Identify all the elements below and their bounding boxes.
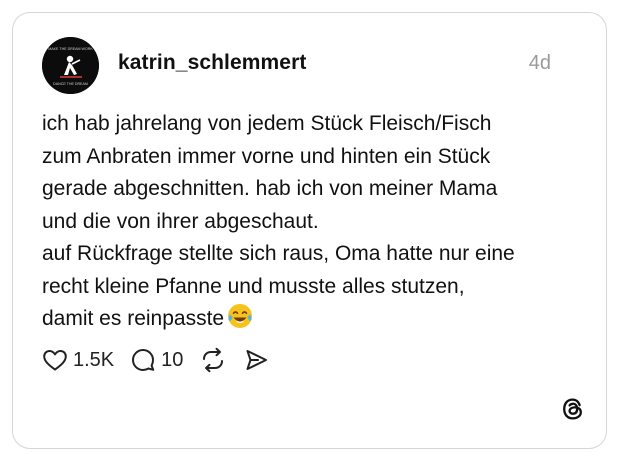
- face-with-tears-of-joy-icon: [227, 303, 253, 340]
- post-timestamp[interactable]: 4d: [529, 52, 551, 75]
- post-text-line: gerade abgeschnitten. hab ich von meiner…: [42, 177, 498, 200]
- post-text-line: damit es reinpasste: [42, 307, 225, 330]
- comment-icon: [132, 349, 155, 371]
- reply-button[interactable]: 10: [130, 347, 183, 373]
- repost-button[interactable]: [199, 347, 227, 373]
- post-text: ich hab jahrelang von jedem Stück Fleisc…: [42, 108, 582, 340]
- post-text-line: recht kleine Pfanne und musste alles stu…: [42, 274, 465, 298]
- post-actions: 1.5K 10: [42, 346, 285, 374]
- share-button[interactable]: [243, 347, 269, 373]
- username[interactable]: katrin_schlemmert: [118, 51, 306, 75]
- share-icon: [246, 350, 268, 370]
- post-text-line: zum Anbraten immer vorne und hinten ein …: [42, 144, 491, 168]
- repost-icon: [203, 347, 224, 373]
- avatar-image: MAKE THE DREAM WORK DANCE THE DREAM: [42, 37, 99, 94]
- avatar[interactable]: MAKE THE DREAM WORK DANCE THE DREAM: [42, 37, 99, 94]
- post-text-line: auf Rückfrage stellte sich raus, Oma hat…: [42, 242, 515, 265]
- post-text-line: und die von ihrer abgeschaut.: [42, 209, 319, 233]
- threads-logo-icon: [560, 396, 586, 422]
- reply-count: 10: [161, 348, 184, 371]
- heart-icon: [43, 350, 67, 371]
- avatar-text: MAKE THE DREAM WORK: [48, 47, 93, 51]
- like-count: 1.5K: [73, 348, 115, 371]
- like-button[interactable]: 1.5K: [42, 348, 114, 372]
- post-text-line: ich hab jahrelang von jedem Stück Fleisc…: [42, 112, 492, 135]
- post-text-last-line: damit es reinpasste: [42, 303, 582, 340]
- post-card: MAKE THE DREAM WORK DANCE THE DREAM katr…: [12, 12, 607, 449]
- svg-text:DANCE THE DREAM: DANCE THE DREAM: [53, 82, 88, 86]
